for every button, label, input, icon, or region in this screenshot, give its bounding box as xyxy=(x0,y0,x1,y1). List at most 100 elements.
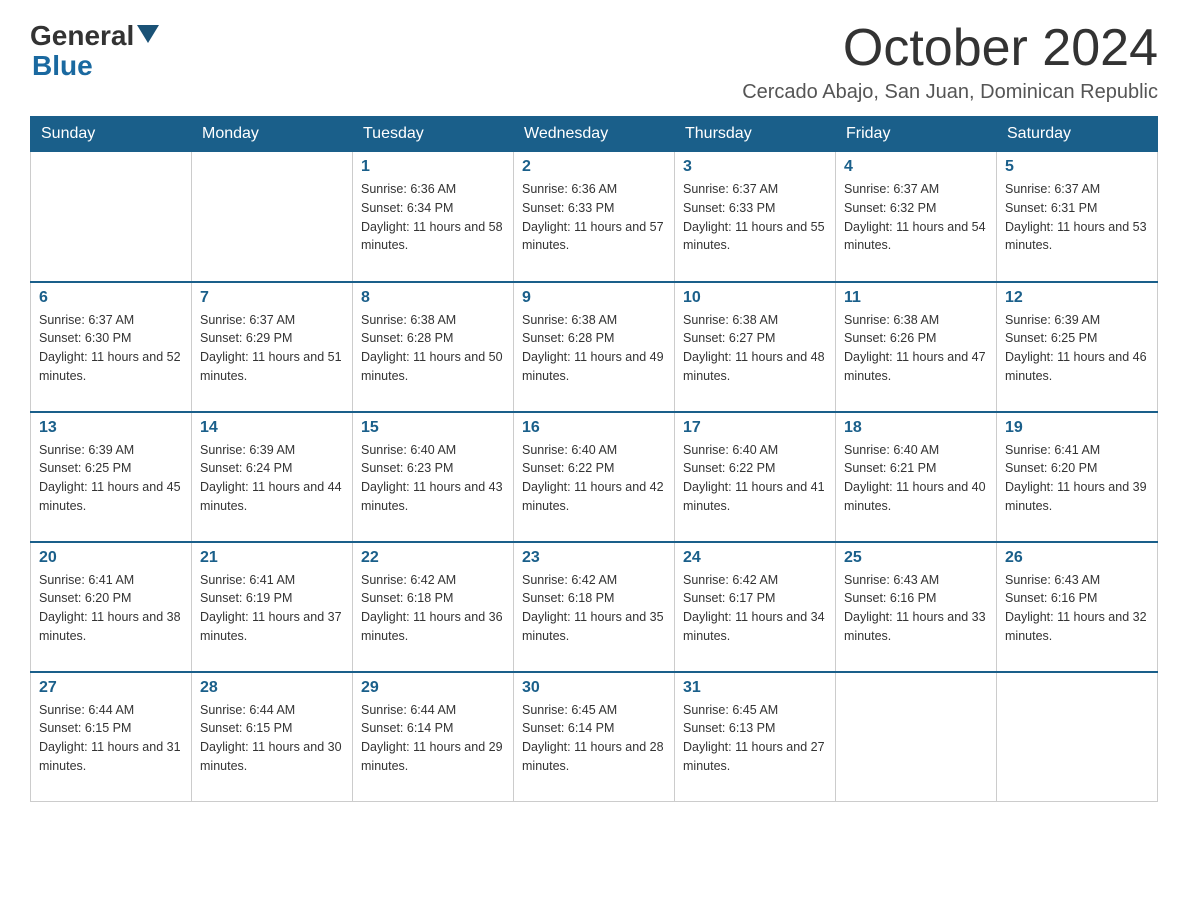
logo-arrow-icon xyxy=(137,25,159,47)
day-info: Sunrise: 6:37 AMSunset: 6:30 PMDaylight:… xyxy=(39,311,183,386)
day-number: 2 xyxy=(522,158,666,176)
title-area: October 2024 Cercado Abajo, San Juan, Do… xyxy=(742,20,1158,104)
day-number: 14 xyxy=(200,419,344,437)
day-number: 30 xyxy=(522,679,666,697)
day-number: 21 xyxy=(200,549,344,567)
day-info: Sunrise: 6:41 AMSunset: 6:20 PMDaylight:… xyxy=(39,571,183,646)
calendar-table: Sunday Monday Tuesday Wednesday Thursday… xyxy=(30,116,1158,802)
logo: General Blue xyxy=(30,20,159,82)
table-row: 22Sunrise: 6:42 AMSunset: 6:18 PMDayligh… xyxy=(353,542,514,672)
day-number: 27 xyxy=(39,679,183,697)
table-row: 16 Sunrise: 6:40 AMSunset: 6:22 PMDayligh… xyxy=(514,412,675,542)
table-row: 28 Sunrise: 6:44 AMSunset: 6:15 PMDayligh… xyxy=(192,672,353,802)
logo-general-text: General xyxy=(30,20,134,52)
table-row: 19 Sunrise: 6:41 AMSunset: 6:20 PMDayligh… xyxy=(997,412,1158,542)
day-info: Sunrise: 6:37 AMSunset: 6:33 PMDaylight:… xyxy=(683,180,827,255)
table-row: 11 Sunrise: 6:38 AMSunset: 6:26 PMDayligh… xyxy=(836,282,997,412)
table-row: 9 Sunrise: 6:38 AMSunset: 6:28 PMDaylight… xyxy=(514,282,675,412)
day-number: 10 xyxy=(683,289,827,307)
day-number: 15 xyxy=(361,419,505,437)
day-number: 25 xyxy=(844,549,988,567)
table-row: 6 Sunrise: 6:37 AMSunset: 6:30 PMDaylight… xyxy=(31,282,192,412)
day-number: 23 xyxy=(522,549,666,567)
header-sunday: Sunday xyxy=(31,117,192,152)
header-thursday: Thursday xyxy=(675,117,836,152)
calendar-week-row: 20 Sunrise: 6:41 AMSunset: 6:20 PMDayligh… xyxy=(31,542,1158,672)
table-row: 23Sunrise: 6:42 AMSunset: 6:18 PMDayligh… xyxy=(514,542,675,672)
table-row xyxy=(192,152,353,282)
day-info: Sunrise: 6:45 AMSunset: 6:14 PMDaylight:… xyxy=(522,701,666,776)
day-info: Sunrise: 6:36 AMSunset: 6:33 PMDaylight:… xyxy=(522,180,666,255)
table-row: 7Sunrise: 6:37 AMSunset: 6:29 PMDaylight… xyxy=(192,282,353,412)
day-number: 8 xyxy=(361,289,505,307)
day-number: 18 xyxy=(844,419,988,437)
table-row: 26Sunrise: 6:43 AMSunset: 6:16 PMDayligh… xyxy=(997,542,1158,672)
calendar-week-row: 13 Sunrise: 6:39 AMSunset: 6:25 PMDayligh… xyxy=(31,412,1158,542)
table-row: 21 Sunrise: 6:41 AMSunset: 6:19 PMDayligh… xyxy=(192,542,353,672)
table-row: 30 Sunrise: 6:45 AMSunset: 6:14 PMDayligh… xyxy=(514,672,675,802)
day-number: 20 xyxy=(39,549,183,567)
day-number: 6 xyxy=(39,289,183,307)
table-row: 13 Sunrise: 6:39 AMSunset: 6:25 PMDayligh… xyxy=(31,412,192,542)
table-row: 18 Sunrise: 6:40 AMSunset: 6:21 PMDayligh… xyxy=(836,412,997,542)
table-row xyxy=(31,152,192,282)
day-number: 4 xyxy=(844,158,988,176)
logo-blue-text: Blue xyxy=(32,50,93,81)
day-info: Sunrise: 6:37 AMSunset: 6:32 PMDaylight:… xyxy=(844,180,988,255)
calendar-header-row: Sunday Monday Tuesday Wednesday Thursday… xyxy=(31,117,1158,152)
day-number: 16 xyxy=(522,419,666,437)
table-row: 4 Sunrise: 6:37 AMSunset: 6:32 PMDaylight… xyxy=(836,152,997,282)
header-tuesday: Tuesday xyxy=(353,117,514,152)
table-row: 24 Sunrise: 6:42 AMSunset: 6:17 PMDayligh… xyxy=(675,542,836,672)
day-number: 5 xyxy=(1005,158,1149,176)
day-info: Sunrise: 6:38 AMSunset: 6:28 PMDaylight:… xyxy=(522,311,666,386)
table-row: 5 Sunrise: 6:37 AMSunset: 6:31 PMDaylight… xyxy=(997,152,1158,282)
calendar-week-row: 6 Sunrise: 6:37 AMSunset: 6:30 PMDaylight… xyxy=(31,282,1158,412)
day-info: Sunrise: 6:40 AMSunset: 6:21 PMDaylight:… xyxy=(844,441,988,516)
header: General Blue October 2024 Cercado Abajo,… xyxy=(30,20,1158,104)
day-info: Sunrise: 6:36 AMSunset: 6:34 PMDaylight:… xyxy=(361,180,505,255)
day-info: Sunrise: 6:38 AMSunset: 6:28 PMDaylight:… xyxy=(361,311,505,386)
day-info: Sunrise: 6:37 AMSunset: 6:31 PMDaylight:… xyxy=(1005,180,1149,255)
day-info: Sunrise: 6:39 AMSunset: 6:24 PMDaylight:… xyxy=(200,441,344,516)
day-info: Sunrise: 6:38 AMSunset: 6:27 PMDaylight:… xyxy=(683,311,827,386)
table-row xyxy=(997,672,1158,802)
day-info: Sunrise: 6:44 AMSunset: 6:15 PMDaylight:… xyxy=(200,701,344,776)
table-row: 3 Sunrise: 6:37 AMSunset: 6:33 PMDaylight… xyxy=(675,152,836,282)
table-row: 25 Sunrise: 6:43 AMSunset: 6:16 PMDayligh… xyxy=(836,542,997,672)
location-subtitle: Cercado Abajo, San Juan, Dominican Repub… xyxy=(742,81,1158,104)
table-row: 14 Sunrise: 6:39 AMSunset: 6:24 PMDayligh… xyxy=(192,412,353,542)
day-info: Sunrise: 6:42 AMSunset: 6:17 PMDaylight:… xyxy=(683,571,827,646)
day-info: Sunrise: 6:40 AMSunset: 6:22 PMDaylight:… xyxy=(522,441,666,516)
day-number: 19 xyxy=(1005,419,1149,437)
day-number: 24 xyxy=(683,549,827,567)
table-row: 10 Sunrise: 6:38 AMSunset: 6:27 PMDayligh… xyxy=(675,282,836,412)
day-number: 28 xyxy=(200,679,344,697)
table-row: 29Sunrise: 6:44 AMSunset: 6:14 PMDayligh… xyxy=(353,672,514,802)
calendar-week-row: 1Sunrise: 6:36 AMSunset: 6:34 PMDaylight… xyxy=(31,152,1158,282)
calendar-week-row: 27 Sunrise: 6:44 AMSunset: 6:15 PMDayligh… xyxy=(31,672,1158,802)
day-info: Sunrise: 6:41 AMSunset: 6:20 PMDaylight:… xyxy=(1005,441,1149,516)
table-row: 1Sunrise: 6:36 AMSunset: 6:34 PMDaylight… xyxy=(353,152,514,282)
day-info: Sunrise: 6:37 AMSunset: 6:29 PMDaylight:… xyxy=(200,311,344,386)
day-info: Sunrise: 6:38 AMSunset: 6:26 PMDaylight:… xyxy=(844,311,988,386)
day-number: 22 xyxy=(361,549,505,567)
header-friday: Friday xyxy=(836,117,997,152)
month-year-title: October 2024 xyxy=(742,20,1158,77)
day-number: 13 xyxy=(39,419,183,437)
table-row: 20 Sunrise: 6:41 AMSunset: 6:20 PMDayligh… xyxy=(31,542,192,672)
day-info: Sunrise: 6:41 AMSunset: 6:19 PMDaylight:… xyxy=(200,571,344,646)
day-number: 31 xyxy=(683,679,827,697)
day-number: 11 xyxy=(844,289,988,307)
table-row: 17 Sunrise: 6:40 AMSunset: 6:22 PMDayligh… xyxy=(675,412,836,542)
day-number: 3 xyxy=(683,158,827,176)
day-info: Sunrise: 6:39 AMSunset: 6:25 PMDaylight:… xyxy=(39,441,183,516)
day-number: 12 xyxy=(1005,289,1149,307)
day-number: 9 xyxy=(522,289,666,307)
day-number: 17 xyxy=(683,419,827,437)
day-info: Sunrise: 6:40 AMSunset: 6:22 PMDaylight:… xyxy=(683,441,827,516)
day-info: Sunrise: 6:43 AMSunset: 6:16 PMDaylight:… xyxy=(844,571,988,646)
day-info: Sunrise: 6:39 AMSunset: 6:25 PMDaylight:… xyxy=(1005,311,1149,386)
day-number: 26 xyxy=(1005,549,1149,567)
header-monday: Monday xyxy=(192,117,353,152)
